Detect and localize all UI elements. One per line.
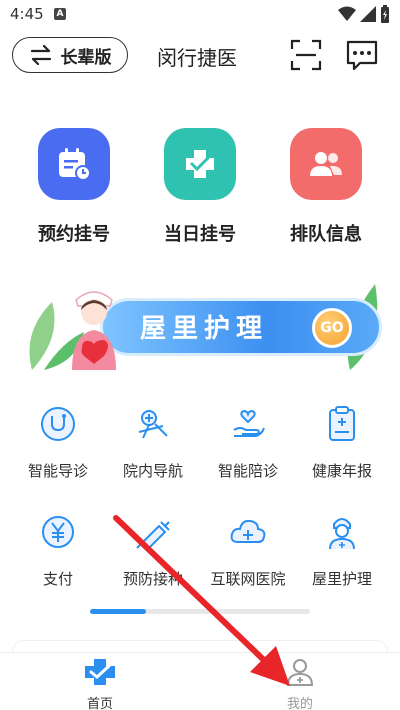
service-home-nursing[interactable]: 屋里护理 [294,512,390,589]
message-icon [346,40,378,71]
tab-home[interactable]: 首页 [60,657,140,710]
nurse-icon [329,518,355,550]
quick-action-label: 排队信息 [290,224,362,245]
go-label: GO [320,320,344,336]
quick-action-label: 预约挂号 [38,224,110,245]
service-vaccination[interactable]: 预防接种 [105,512,201,589]
page-indicator-active [90,609,146,614]
quick-action-same-day[interactable]: 当日挂号 [160,128,240,246]
medical-cross-icon [164,128,236,200]
service-smart-triage[interactable]: 智能导诊 [10,404,106,481]
service-label: 支付 [42,570,73,588]
tab-mine[interactable]: 我的 [260,657,340,710]
wifi-icon [338,6,356,21]
service-label: 院内导航 [122,462,183,480]
tab-label: 首页 [86,697,113,710]
service-internet-hospital[interactable]: 互联网医院 [200,512,296,589]
status-icons [338,5,390,23]
syringe-icon [136,521,170,550]
status-time: 4:45 [10,5,44,23]
elder-mode-button[interactable]: 长辈版 [12,37,128,73]
stethoscope-chat-icon [41,407,75,441]
service-navigation[interactable]: 院内导航 [105,404,201,481]
header: 长辈版 闵行捷医 [0,34,400,78]
app-title: 闵行捷医 [157,46,237,70]
service-payment[interactable]: 支付 [10,512,106,589]
service-label: 互联网医院 [210,570,286,588]
message-button[interactable] [344,37,380,73]
service-label: 预防接种 [122,570,183,588]
service-label: 健康年报 [311,462,372,480]
home-nursing-banner[interactable]: 屋里护理 GO [22,280,382,372]
scan-button[interactable] [288,37,324,73]
banner-text: 屋里护理 [140,314,269,344]
quick-action-label: 当日挂号 [164,224,236,245]
tab-label: 我的 [286,697,313,710]
nurse-illustration-icon [72,291,116,370]
calendar-icon [38,128,110,200]
go-button[interactable]: GO [312,308,352,348]
yen-coin-icon [42,516,74,548]
service-accompany[interactable]: 智能陪诊 [200,404,296,481]
switch-arrows-icon [30,45,51,65]
battery-icon [381,5,389,23]
people-icon [290,128,362,200]
scan-icon [290,39,322,71]
elder-mode-label: 长辈版 [60,47,112,68]
status-bar: 4:45 A [0,0,400,28]
cloud-medical-icon [230,519,266,543]
bottom-tab-bar: 首页 我的 [0,652,400,710]
page-indicator [90,609,310,614]
notification-icon: A [54,8,66,20]
service-label: 智能陪诊 [217,462,278,480]
service-label: 屋里护理 [311,570,372,588]
quick-action-appointment[interactable]: 预约挂号 [34,128,114,246]
signal-icon [360,6,376,22]
clipboard-report-icon [329,406,355,441]
service-health-report[interactable]: 健康年报 [294,404,390,481]
quick-action-queue[interactable]: 排队信息 [286,128,366,246]
heart-hand-icon [233,409,265,437]
navigation-map-icon [138,410,168,439]
user-profile-icon [286,659,314,686]
home-medical-icon [85,659,115,685]
service-label: 智能导诊 [27,462,88,480]
